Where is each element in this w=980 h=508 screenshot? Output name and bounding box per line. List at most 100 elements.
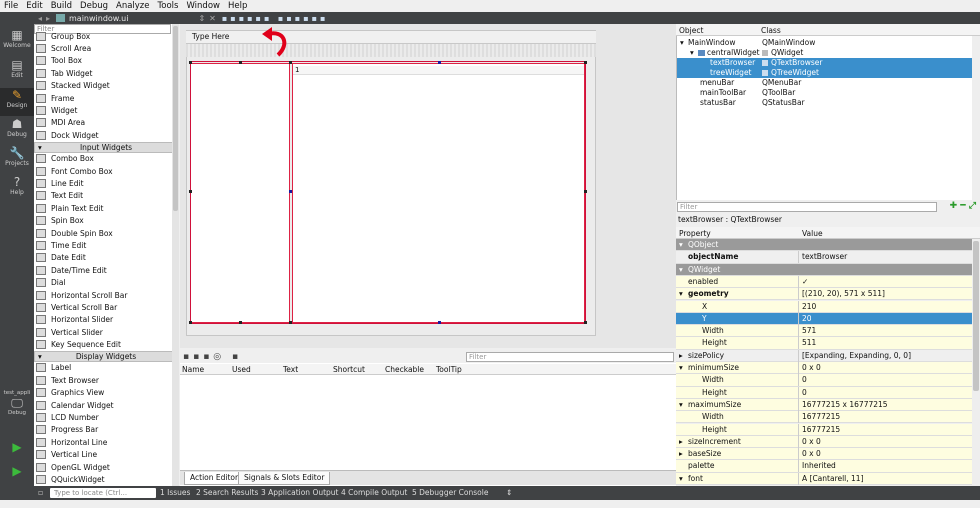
locator-input[interactable]: Type to locate (Ctrl...	[50, 488, 156, 498]
property-row[interactable]: ▾ font A [Cantarell, 11]	[676, 472, 972, 485]
property-row[interactable]: Height 16777215	[676, 423, 972, 436]
widget-item[interactable]: Dial	[34, 276, 178, 288]
collapse-arrow-icon[interactable]: ▸	[679, 448, 683, 460]
property-value[interactable]: 16777215 x 16777215	[802, 399, 888, 411]
widget-item[interactable]: Horizontal Slider	[34, 314, 178, 326]
mode-projects[interactable]: 🔧 Projects	[0, 146, 34, 174]
resize-handle[interactable]	[289, 321, 292, 324]
widget-item[interactable]: Combo Box	[34, 153, 178, 165]
add-property-icon[interactable]: ✚ ━ ⤢	[950, 201, 976, 211]
property-value[interactable]: textBrowser	[802, 251, 847, 263]
object-row[interactable]: ▾ centralWidget QWidget	[677, 48, 975, 58]
action-column-tooltip[interactable]: ToolTip	[436, 365, 462, 374]
mode-design[interactable]: ✎ Design	[0, 88, 34, 116]
property-row[interactable]: Height 0	[676, 386, 972, 399]
widget-category[interactable]: ▾ Display Widgets	[34, 350, 178, 362]
output-pane-button[interactable]: 3 Application Output	[261, 486, 339, 500]
collapse-arrow-icon[interactable]: ▸	[679, 350, 683, 362]
widget-item[interactable]: Double Spin Box	[34, 227, 178, 239]
widget-item[interactable]: Stacked Widget	[34, 80, 178, 92]
action-column-shortcut[interactable]: Shortcut	[333, 365, 365, 374]
output-pane-button[interactable]: 4 Compile Output	[341, 486, 407, 500]
widget-item[interactable]: Time Edit	[34, 239, 178, 251]
property-row[interactable]: Y 20	[676, 312, 972, 326]
property-value[interactable]: 0 x 0	[802, 436, 821, 448]
object-row[interactable]: ▾ MainWindow QMainWindow	[677, 38, 975, 48]
property-row[interactable]: ▸ baseSize 0 x 0	[676, 448, 972, 461]
resize-handle[interactable]	[438, 321, 441, 324]
property-row[interactable]: Width 0	[676, 374, 972, 387]
output-pane-button[interactable]: 1 Issues	[160, 486, 190, 500]
widget-item[interactable]: OpenGL Widget	[34, 461, 178, 473]
widget-item[interactable]: Font Combo Box	[34, 165, 178, 177]
widget-item[interactable]: Vertical Scroll Bar	[34, 301, 178, 313]
property-row[interactable]: Width 16777215	[676, 411, 972, 424]
property-value[interactable]: 16777215	[802, 424, 840, 436]
resize-handle[interactable]	[189, 61, 192, 64]
menu-help[interactable]: Help	[228, 1, 247, 11]
property-value[interactable]: 0 x 0	[802, 448, 821, 460]
property-row[interactable]: enabled ✓	[676, 275, 972, 289]
menu-tools[interactable]: Tools	[158, 1, 179, 11]
class-column-header[interactable]: Class	[761, 26, 781, 35]
widget-item[interactable]: Date Edit	[34, 252, 178, 264]
widget-item[interactable]: Frame	[34, 92, 178, 104]
tab-action-editor[interactable]: Action Editor	[184, 472, 245, 485]
mode-help[interactable]: ? Help	[0, 175, 34, 203]
menu-type-here[interactable]: Type Here	[186, 31, 596, 44]
property-value[interactable]: 571	[802, 325, 816, 337]
expand-arrow-icon[interactable]: ▾	[690, 48, 694, 58]
widget-item[interactable]: Vertical Slider	[34, 326, 178, 338]
mode-debug[interactable]: ☗ Debug	[0, 117, 34, 145]
resize-handle[interactable]	[584, 321, 587, 324]
property-value[interactable]: 0 x 0	[802, 362, 821, 374]
property-value[interactable]: 20	[802, 313, 812, 325]
run-icon[interactable]: ▶	[0, 440, 34, 460]
widget-item[interactable]: Horizontal Scroll Bar	[34, 289, 178, 301]
property-column-header[interactable]: Property	[679, 229, 711, 238]
expand-arrow-icon[interactable]: ▾	[679, 264, 683, 276]
more-panes-icon[interactable]: ⇕	[506, 486, 512, 500]
designer-toolbar-icons[interactable]: ▪▪▪▪▪▪ ▪▪▪▪▪▪	[222, 14, 329, 23]
widget-item[interactable]: Widget	[34, 104, 178, 116]
menu-debug[interactable]: Debug	[80, 1, 108, 11]
action-column-name[interactable]: Name	[182, 365, 204, 374]
widget-item[interactable]: Group Box	[34, 30, 178, 42]
widget-item[interactable]: Text Browser	[34, 374, 178, 386]
expand-arrow-icon[interactable]: ▾	[679, 473, 683, 485]
property-value[interactable]: ✓	[802, 276, 808, 288]
kit-selector[interactable]: test_appli 🖵 Debug	[0, 390, 34, 430]
tab-signals-slots[interactable]: Signals & Slots Editor	[238, 472, 331, 485]
object-inspector-scrollbar[interactable]	[972, 36, 980, 200]
property-value[interactable]: A [Cantarell, 11]	[802, 473, 864, 485]
property-value[interactable]: [Expanding, Expanding, 0, 0]	[802, 350, 911, 362]
collapse-arrow-icon[interactable]: ▸	[679, 436, 683, 448]
resize-handle[interactable]	[239, 321, 242, 324]
expand-arrow-icon[interactable]: ▾	[680, 38, 684, 48]
property-editor-scrollbar[interactable]	[972, 239, 980, 486]
expand-arrow-icon[interactable]: ▾	[679, 362, 683, 374]
widget-box-scrollbar[interactable]	[172, 24, 179, 486]
action-column-checkable[interactable]: Checkable	[385, 365, 424, 374]
widget-item[interactable]: Graphics View	[34, 387, 178, 399]
expand-arrow-icon[interactable]: ▾	[679, 288, 683, 300]
expand-arrow-icon[interactable]: ▾	[679, 239, 683, 251]
property-row[interactable]: ▾ QWidget	[676, 263, 972, 276]
widget-item[interactable]: Horizontal Line	[34, 436, 178, 448]
property-row[interactable]: ▾ geometry [(210, 20), 571 x 511]	[676, 288, 972, 301]
resize-handle[interactable]	[239, 61, 242, 64]
widget-item[interactable]: Date/Time Edit	[34, 264, 178, 276]
widget-item[interactable]: Vertical Line	[34, 449, 178, 461]
menu-analyze[interactable]: Analyze	[116, 1, 150, 11]
resize-handle[interactable]	[438, 61, 441, 64]
widget-item[interactable]: Plain Text Edit	[34, 202, 178, 214]
widget-item[interactable]: Label	[34, 362, 178, 374]
doc-dropdown-icon[interactable]: ⇕	[198, 14, 205, 23]
mode-welcome[interactable]: ▦ Welcome	[0, 28, 34, 56]
widget-item[interactable]: Calendar Widget	[34, 399, 178, 411]
form-toolbar-area[interactable]	[186, 44, 596, 57]
resize-handle[interactable]	[189, 321, 192, 324]
menu-file[interactable]: File	[4, 1, 18, 11]
property-row[interactable]: Width 571	[676, 325, 972, 338]
widget-category[interactable]: ▾ Input Widgets	[34, 141, 178, 153]
